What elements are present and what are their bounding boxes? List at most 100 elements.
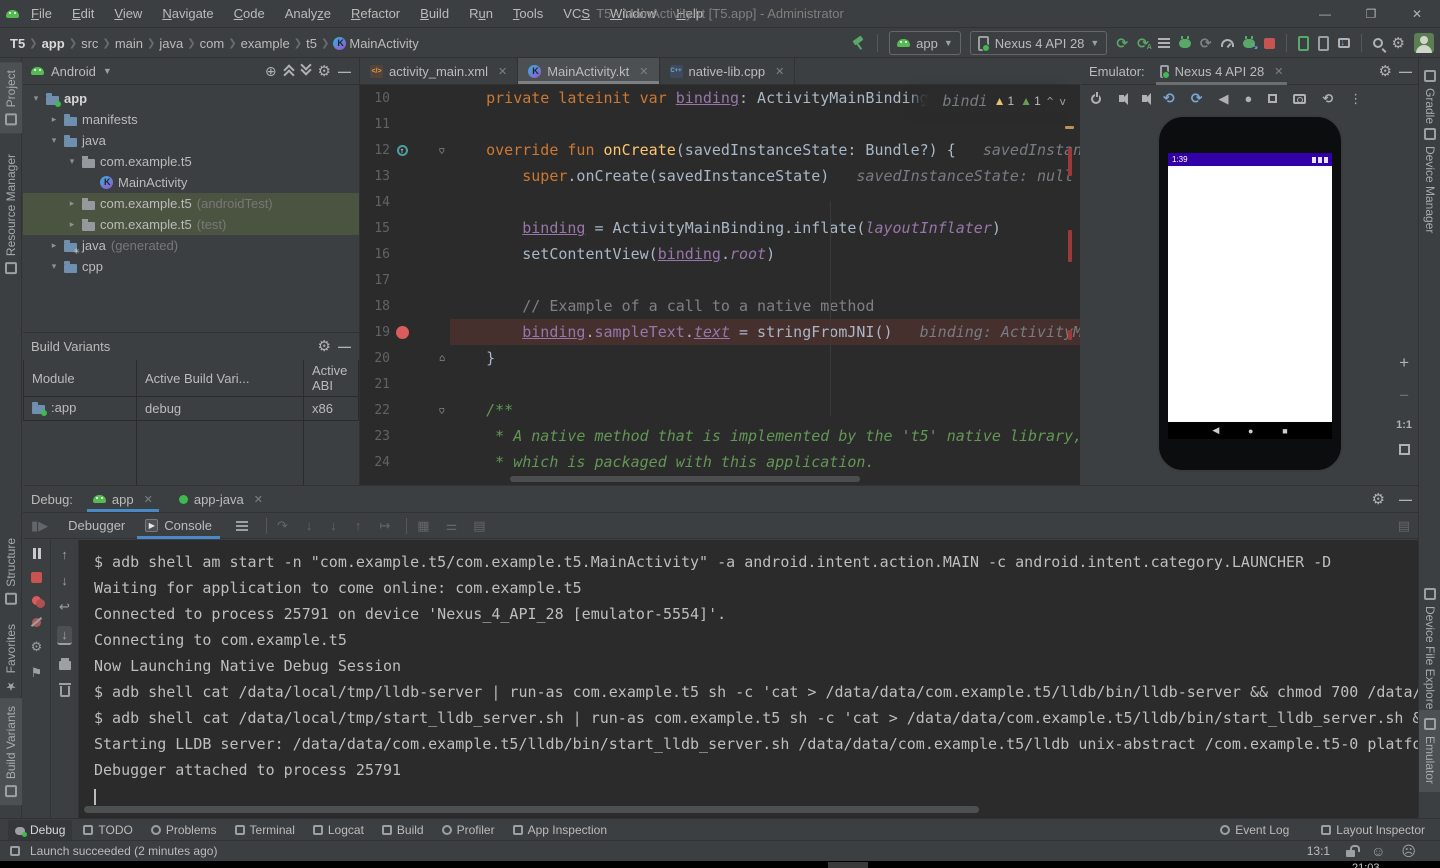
chevron-expanded-icon[interactable]: ▾ [67,156,77,167]
code-line-19[interactable]: 19 binding.sampleText.text = stringFromJ… [360,319,1080,345]
debug-console[interactable]: $ adb shell am start -n "com.example.t5/… [79,540,1420,818]
build-variants-gear-icon[interactable]: ⚙ [318,339,331,354]
stripe-item-favorites[interactable]: ★ Favorites [0,616,22,701]
device-overview-icon[interactable]: ■ [1282,426,1287,436]
hide-panel-icon[interactable]: — [1399,492,1412,507]
force-step-into-icon[interactable]: ↓ [330,518,337,533]
gutter[interactable]: 16 [360,241,434,267]
chevron-collapsed-icon[interactable]: ▸ [67,219,77,230]
chevron-collapsed-icon[interactable]: ▸ [49,114,59,125]
gutter[interactable]: 17 [360,267,434,293]
prev-problem-icon[interactable]: ^ [1047,95,1054,108]
pin-tab-icon[interactable]: ⚑ [31,666,43,679]
step-over-icon[interactable]: ↷ [277,518,288,534]
more-kebab-icon[interactable]: ⋮ [1349,92,1362,105]
hide-panel-icon[interactable]: — [1399,64,1412,79]
breadcrumb-item[interactable]: java [159,36,183,51]
breadcrumb-item[interactable]: app [42,36,65,51]
screenshot-camera-icon[interactable] [1293,93,1307,104]
lock-icon[interactable] [1346,845,1361,857]
toolwindow-button-logcat[interactable]: Logcat [306,820,371,840]
device-manager-icon[interactable] [1297,35,1309,51]
happy-feedback-icon[interactable]: ☺ [1371,843,1385,859]
zoom-in-button[interactable]: + [1399,353,1409,373]
toolwindow-button-profiler[interactable]: Profiler [435,820,502,840]
menu-item-navigate[interactable]: Navigate [153,2,222,25]
settings-gear-icon[interactable]: ⚙ [1392,36,1405,51]
project-options-gear-icon[interactable]: ⚙ [318,64,331,79]
code-line-24[interactable]: 24 * which is packaged with this applica… [360,449,1080,475]
gutter[interactable]: 22 [360,397,434,423]
emulator-gear-icon[interactable]: ⚙ [1379,64,1392,79]
stripe-item-structure[interactable]: Structure [0,530,22,613]
caret-position[interactable]: 13:1 [1307,844,1330,858]
toolwindow-button-todo[interactable]: TODO [76,820,139,840]
resume-program-icon[interactable]: ▮▶ [31,518,48,534]
evaluate-expression-icon[interactable]: ▦ [417,518,429,534]
back-icon[interactable]: ◀ [1218,92,1228,105]
profile-icon[interactable] [1220,39,1234,47]
column-header[interactable]: Active ABI [303,360,359,397]
overview-icon[interactable] [1268,94,1278,103]
volume-up-icon[interactable] [1119,95,1124,102]
emulator-device-screen[interactable]: 1:39 ◀ ● ■ [1157,115,1343,472]
chevron-expanded-icon[interactable]: ▾ [49,135,59,146]
stripe-item-build-variants[interactable]: Build Variants [0,698,22,806]
down-stack-icon[interactable]: ↓ [61,574,68,587]
gutter[interactable]: 14 [360,189,434,215]
tree-row[interactable]: ▾ com.example.t5 [23,151,359,172]
code-line-14[interactable]: 14 [360,189,1080,215]
menu-item-refactor[interactable]: Refactor [342,2,409,25]
menu-item-code[interactable]: Code [225,2,274,25]
breadcrumb-item[interactable]: example [241,36,290,51]
stripe-item-emulator[interactable]: Emulator [1419,710,1440,793]
run-configurations-list-icon[interactable] [1157,38,1170,40]
mute-breakpoints-icon[interactable] [32,618,41,627]
tree-row[interactable]: ▸ com.example.t5 (test) [23,214,359,235]
menu-item-build[interactable]: Build [411,2,458,25]
close-icon[interactable]: ✕ [1270,65,1283,78]
stop-icon[interactable] [31,572,42,583]
device-select[interactable]: Nexus 4 API 28 ▼ [969,31,1108,55]
code-line-16[interactable]: 16 setContentView(binding.root) [360,241,1080,267]
close-icon[interactable]: ✕ [494,65,507,78]
gutter[interactable]: 18 [360,293,434,319]
close-icon[interactable]: ✕ [250,493,263,506]
home-icon[interactable]: ● [1244,92,1252,105]
device-back-icon[interactable]: ◀ [1212,425,1219,436]
device-mirror-icon[interactable] [1317,35,1329,51]
up-stack-icon[interactable]: ↑ [61,548,68,561]
profiler-inactive-icon[interactable]: ⟳ [1200,36,1212,50]
code-line-23[interactable]: 23 * A native method that is implemented… [360,423,1080,449]
status-message[interactable]: Launch succeeded (2 minutes ago) [30,844,217,858]
code-line-22[interactable]: 22 ⌂ /** [360,397,1080,423]
menu-item-run[interactable]: Run [460,2,502,25]
code-line-17[interactable]: 17 [360,267,1080,293]
sad-feedback-icon[interactable]: ☹ [1401,843,1416,860]
override-method-icon[interactable]: ↑ [390,142,414,158]
collapse-all-icon[interactable] [301,66,311,76]
menu-item-file[interactable]: File [22,2,61,25]
chevron-expanded-icon[interactable]: ▾ [31,93,41,104]
stripe-item-device-file-explorer[interactable]: Device File Explorer [1419,580,1440,721]
close-icon[interactable]: ✕ [771,65,784,78]
fold-marker-icon[interactable]: ⌂ [434,353,450,364]
close-icon[interactable]: ✕ [140,493,153,506]
view-tab-console[interactable]: ▶ Console [135,512,222,539]
tree-row[interactable]: MainActivity [23,172,359,193]
pause-icon[interactable] [32,548,41,559]
attach-debugger-icon[interactable]: ↘ [1242,35,1259,51]
toolwindow-button-layout-inspector[interactable]: Layout Inspector [1314,820,1432,840]
view-tab-debugger[interactable]: Debugger [58,512,135,539]
rotate-right-icon[interactable]: ⟳ [1191,90,1203,107]
tree-row[interactable]: ▾ app [23,88,359,109]
gutter[interactable]: 24 [360,449,434,475]
breadcrumb-item[interactable]: MainActivity [349,36,418,51]
editor-tab-activity_main.xml[interactable]: </> activity_main.xml ✕ [360,58,519,84]
editor-tab-native-lib.cpp[interactable]: C++ native-lib.cpp ✕ [660,58,796,84]
variant-cell[interactable]: debug [136,396,304,421]
power-icon[interactable] [1091,91,1101,104]
stripe-item-device-manager[interactable]: Device Manager [1419,120,1440,241]
inspection-widget[interactable]: bindi ▲ 1 ▲ 1 ^ v [928,89,1070,113]
volume-down-icon[interactable] [1142,95,1147,102]
